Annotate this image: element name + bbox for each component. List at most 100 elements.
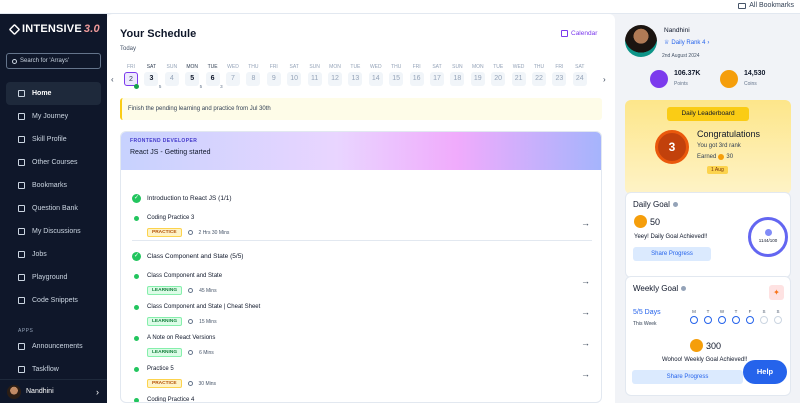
all-bookmarks-button[interactable]: All Bookmarks — [738, 2, 794, 9]
date-weekday: THU — [391, 64, 402, 70]
share-progress-button[interactable]: Share Progress — [633, 247, 711, 261]
this-week-label: This Week — [633, 321, 657, 327]
date-cell[interactable]: SAT 3 5 — [143, 64, 161, 89]
bookmark-icon — [18, 182, 25, 189]
clock-icon — [188, 288, 194, 293]
item-meta: PRACTICE 2 Hrs 30 Mins — [147, 228, 229, 237]
list-item[interactable]: Practice 5 — [134, 366, 174, 372]
date-number: 22 — [532, 72, 546, 86]
date-number: 23 — [552, 72, 567, 86]
date-cell[interactable]: SAT 10 — [286, 64, 302, 86]
date-weekday: FRI — [412, 64, 421, 70]
weekly-goal-title-text: Weekly Goal — [633, 284, 679, 293]
date-task-count: 3 — [220, 84, 223, 89]
sidebar-item-label: Code Snippets — [32, 297, 78, 304]
date-number: 21 — [511, 72, 526, 86]
sidebar-item-label: Announcements — [32, 343, 83, 350]
list-item[interactable]: Class Component and State — [134, 273, 222, 279]
date-cell[interactable]: TUE 13 — [347, 64, 363, 86]
sidebar-item-code-snippets[interactable]: Code Snippets — [6, 289, 101, 312]
congrats-text: Congratulations — [697, 129, 761, 139]
date-cell[interactable]: TUE 6 3 — [205, 64, 223, 89]
open-arrow-icon[interactable]: → — [581, 338, 590, 348]
sidebar-item-other-courses[interactable]: Other Courses — [6, 151, 101, 174]
date-cell[interactable]: SUN 18 — [449, 64, 465, 86]
prev-days-button[interactable]: ‹ — [111, 75, 114, 84]
date-weekday: THU — [248, 64, 259, 70]
list-item[interactable]: Coding Practice 4 — [134, 397, 194, 402]
user-avatar[interactable] — [625, 25, 657, 57]
profile-name: Nandhini — [26, 388, 54, 395]
date-cell[interactable]: SAT 24 — [572, 64, 588, 86]
user-date: 2nd August 2024 — [662, 53, 700, 59]
date-cell[interactable]: MON 5 5 — [184, 64, 202, 89]
calendar-button[interactable]: Calendar — [561, 30, 597, 37]
date-cell[interactable]: THU 15 — [388, 64, 404, 86]
date-weekday: WED — [227, 64, 239, 70]
sidebar-item-skill-profile[interactable]: Skill Profile — [6, 128, 101, 151]
home-icon — [18, 90, 25, 97]
date-cell[interactable]: WED 7 — [225, 64, 241, 86]
sidebar-item-jobs[interactable]: Jobs — [6, 243, 101, 266]
date-cell[interactable]: THU 8 — [245, 64, 261, 86]
open-arrow-icon[interactable]: → — [581, 307, 590, 317]
app-item-announcements[interactable]: Announcements — [6, 335, 101, 358]
clock-icon — [187, 230, 193, 235]
page-title: Your Schedule — [120, 28, 197, 40]
status-dot-icon — [134, 273, 139, 279]
date-cell[interactable]: MON 12 — [327, 64, 343, 86]
date-number: 17 — [430, 72, 444, 86]
open-arrow-icon[interactable]: → — [581, 369, 590, 379]
sidebar-item-playground[interactable]: Playground — [6, 266, 101, 289]
profile-menu[interactable]: Nandhini › — [0, 379, 107, 403]
date-cell[interactable]: TUE 20 — [490, 64, 506, 86]
sidebar-item-my-discussions[interactable]: My Discussions — [6, 220, 101, 243]
date-cell[interactable]: THU 22 — [531, 64, 547, 86]
pending-notice: Finish the pending learning and practice… — [120, 98, 602, 120]
daily-rank-link[interactable]: ♕ Daily Rank 4 › — [664, 39, 709, 47]
sidebar-item-bookmarks[interactable]: Bookmarks — [6, 174, 101, 197]
sidebar-item-label: My Discussions — [32, 228, 81, 235]
date-cell[interactable]: SUN 11 — [307, 64, 323, 86]
open-arrow-icon[interactable]: → — [581, 218, 590, 228]
daily-goal-coins: 50 — [650, 217, 661, 227]
coins-label: Coins — [744, 81, 757, 87]
daily-leaderboard-card[interactable]: Daily Leaderboard 3 Congratulations You … — [625, 100, 791, 194]
date-cell[interactable]: SAT 17 — [429, 64, 445, 86]
sidebar-item-label: Bookmarks — [32, 182, 68, 189]
date-cell[interactable]: FRI 9 — [266, 64, 282, 86]
sidebar-item-my-journey[interactable]: My Journey — [6, 105, 101, 128]
list-item[interactable]: Coding Practice 3 — [134, 215, 194, 221]
daily-goal-message: Yeey! Daily Goal Achieved!! — [634, 234, 708, 240]
section-divider — [132, 240, 592, 241]
date-cell[interactable]: FRI 23 — [551, 64, 567, 86]
points-value: 106.37K — [674, 70, 701, 77]
item-type-badge: LEARNING — [147, 317, 183, 326]
open-arrow-icon[interactable]: → — [581, 276, 590, 286]
course-card: FRONTEND DEVELOPER React JS - Getting st… — [120, 131, 602, 403]
date-cell[interactable]: SUN 4 — [164, 64, 180, 86]
list-item[interactable]: A Note on React Versions — [134, 335, 215, 341]
list-item[interactable]: Class Component and State | Cheat Sheet — [134, 304, 260, 310]
date-cell[interactable]: FRI 16 — [409, 64, 425, 86]
date-number: 14 — [368, 72, 383, 86]
date-cell[interactable]: MON 19 — [470, 64, 486, 86]
date-cell[interactable]: WED 21 — [511, 64, 527, 86]
sidebar-item-question-bank[interactable]: Question Bank — [6, 197, 101, 220]
search-input[interactable]: Search for 'Arrays' — [6, 53, 101, 69]
info-icon[interactable] — [681, 286, 687, 291]
sidebar-item-home[interactable]: Home — [6, 82, 101, 105]
app-item-taskflow[interactable]: Taskflow — [6, 358, 101, 381]
date-cell[interactable]: FRI 2 — [123, 64, 139, 89]
help-button[interactable]: Help — [743, 360, 787, 384]
check-circle-icon: ✓ — [132, 194, 141, 203]
date-weekday: TUE — [350, 64, 361, 70]
share-progress-button[interactable]: Share Progress — [632, 370, 743, 384]
next-days-button[interactable]: › — [603, 75, 606, 84]
course-track: FRONTEND DEVELOPER — [130, 138, 198, 144]
folder-icon — [738, 2, 747, 9]
logo[interactable]: INTENSIVE 3.0 — [8, 23, 100, 35]
date-cell[interactable]: WED 14 — [368, 64, 384, 86]
info-icon[interactable] — [672, 202, 678, 207]
check-icon — [18, 366, 25, 373]
